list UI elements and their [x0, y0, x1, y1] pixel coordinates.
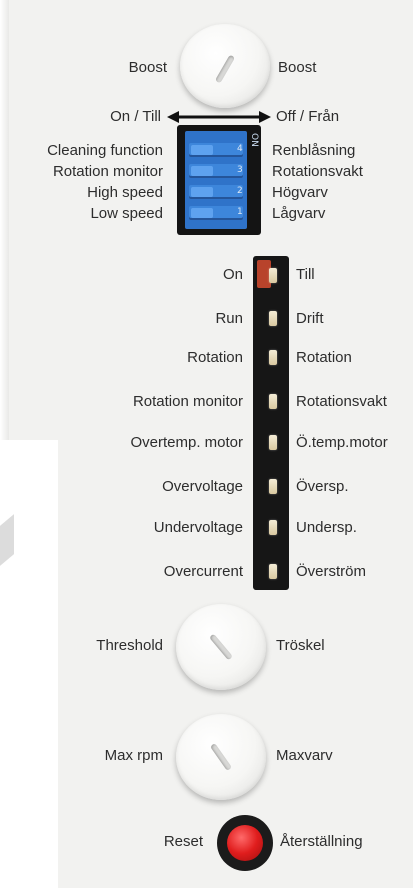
max-rpm-label-en: Max rpm: [104, 747, 163, 764]
on-till-label: On / Till: [110, 108, 161, 125]
max-rpm-knob[interactable]: [176, 714, 266, 800]
reset-label-sv: Återställning: [280, 833, 363, 850]
reset-label-en: Reset: [163, 833, 203, 850]
panel-edge-shadow: [0, 0, 9, 440]
led-label-overcurrent-sv: Överström: [296, 563, 367, 580]
dip-switch: 4 3 2 1 ON: [177, 125, 261, 235]
reset-button[interactable]: [227, 825, 263, 861]
led-overcurrent: [269, 564, 277, 579]
dip-label-1-sv: Lågvarv: [272, 205, 326, 222]
led-label-overtemp-sv: Ö.temp.motor: [296, 434, 388, 451]
led-label-on-en: On: [222, 266, 243, 283]
double-arrow-icon: [167, 111, 271, 123]
dip-label-2-sv: Högvarv: [272, 184, 328, 201]
reset-button-ring: [217, 815, 273, 871]
led-rotation-monitor: [269, 394, 277, 409]
dip-label-3-sv: Rotationsvakt: [272, 163, 363, 180]
led-label-on-sv: Till: [296, 266, 315, 283]
led-run: [269, 311, 277, 326]
led-label-rotation-en: Rotation: [187, 349, 243, 366]
max-rpm-label-sv: Maxvarv: [276, 747, 333, 764]
led-label-overvoltage-sv: Översp.: [296, 478, 349, 495]
dip-switch-2[interactable]: [189, 185, 243, 199]
knob-slot: [209, 742, 233, 772]
led-strip: [253, 256, 289, 590]
led-label-overcurrent-en: Overcurrent: [163, 563, 243, 580]
led-label-rotation-sv: Rotation: [296, 349, 352, 366]
dip-label-3-en: Rotation monitor: [52, 163, 163, 180]
threshold-knob[interactable]: [176, 604, 266, 690]
dip-label-2-en: High speed: [87, 184, 163, 201]
dip-label-4-sv: Renblåsning: [272, 142, 356, 159]
dip-label-4-en: Cleaning function: [47, 142, 163, 159]
led-label-undervoltage-sv: Undersp.: [296, 519, 357, 536]
dip-switch-4[interactable]: [189, 143, 243, 157]
dip-switch-3[interactable]: [189, 164, 243, 178]
led-overvoltage: [269, 479, 277, 494]
led-label-undervoltage-en: Undervoltage: [153, 519, 243, 536]
led-label-rotation-monitor-en: Rotation monitor: [132, 393, 243, 410]
dip-number-4: 4: [237, 144, 243, 154]
knob-slot: [209, 633, 233, 661]
led-undervoltage: [269, 520, 277, 535]
dip-number-1: 1: [237, 207, 243, 217]
led-label-overvoltage-en: Overvoltage: [162, 478, 243, 495]
boost-knob[interactable]: [180, 24, 270, 108]
led-label-run-en: Run: [215, 310, 243, 327]
dip-label-1-en: Low speed: [90, 205, 163, 222]
boost-label-sv: Boost: [278, 59, 317, 76]
dip-on-mark: ON: [249, 133, 259, 147]
led-on: [269, 268, 277, 283]
led-label-rotation-monitor-sv: Rotationsvakt: [296, 393, 387, 410]
knob-slot: [214, 54, 236, 84]
led-overtemp: [269, 435, 277, 450]
background-cutout: [0, 440, 58, 888]
led-label-run-sv: Drift: [296, 310, 324, 327]
threshold-label-en: Threshold: [96, 637, 163, 654]
off-fran-label: Off / Från: [276, 108, 340, 125]
led-rotation: [269, 350, 277, 365]
boost-label-en: Boost: [128, 59, 167, 76]
dip-number-3: 3: [237, 165, 243, 175]
dip-number-2: 2: [237, 186, 243, 196]
led-label-overtemp-en: Overtemp. motor: [130, 434, 243, 451]
threshold-label-sv: Tröskel: [276, 637, 325, 654]
dip-switch-1[interactable]: [189, 206, 243, 220]
